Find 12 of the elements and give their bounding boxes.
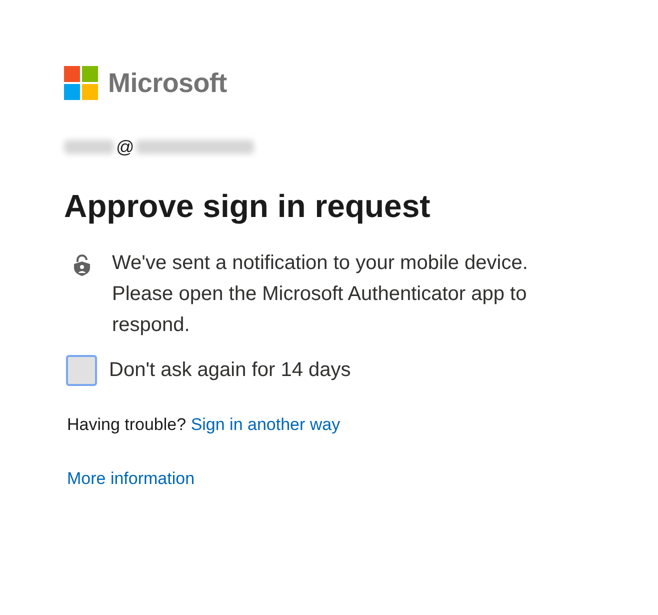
page-title: Approve sign in request <box>64 187 432 226</box>
microsoft-logo-icon <box>64 66 98 100</box>
logo-wordmark: Microsoft <box>108 67 227 100</box>
lock-shield-icon <box>73 254 91 276</box>
help-text: Having trouble? Sign in another way <box>67 414 342 436</box>
remember-checkbox[interactable] <box>66 355 97 386</box>
email-at-sign: @ <box>116 136 134 158</box>
more-information-link[interactable]: More information <box>67 468 195 490</box>
remember-label[interactable]: Don't ask again for 14 days <box>109 355 351 386</box>
redacted-text <box>64 140 114 154</box>
notification-message: We've sent a notification to your mobile device. Please open the Microsoft Authenticator app to respond. <box>112 251 529 338</box>
sign-in-another-way-link[interactable]: Sign in another way <box>190 415 340 434</box>
